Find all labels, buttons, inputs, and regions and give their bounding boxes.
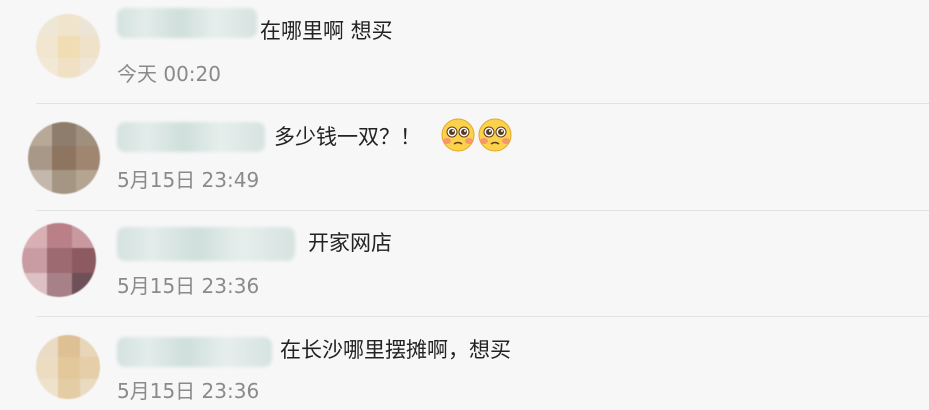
comment-text: 开家网店 [308,231,392,255]
pleading-face-icon [478,118,512,152]
avatar[interactable] [22,223,96,297]
comment-timestamp: 5月15日 23:49 [117,168,260,192]
username-blurred[interactable] [117,337,272,367]
comment-timestamp: 今天 00:20 [117,62,221,86]
comment-item: 开家网店 5月15日 23:36 [0,211,929,317]
comment-text: 在长沙哪里摆摊啊，想买 [280,338,511,362]
pleading-face-icon [441,118,475,152]
avatar[interactable] [36,335,100,399]
comment-text: 多少钱一双？！ [274,125,421,149]
comment-item: 在长沙哪里摆摊啊，想买 5月15日 23:36 [0,317,929,410]
username-blurred[interactable] [117,8,257,38]
comment-timestamp: 5月15日 23:36 [117,379,260,403]
avatar[interactable] [28,122,100,194]
comment-item: 多少钱一双？！ 5月15日 23:49 [0,104,929,211]
comment-timestamp: 5月15日 23:36 [117,274,260,298]
comment-text: 在哪里啊 想买 [260,19,393,43]
avatar[interactable] [36,14,100,78]
comment-item: 在哪里啊 想买 今天 00:20 [0,0,929,104]
username-blurred[interactable] [117,122,265,152]
username-blurred[interactable] [117,227,295,261]
